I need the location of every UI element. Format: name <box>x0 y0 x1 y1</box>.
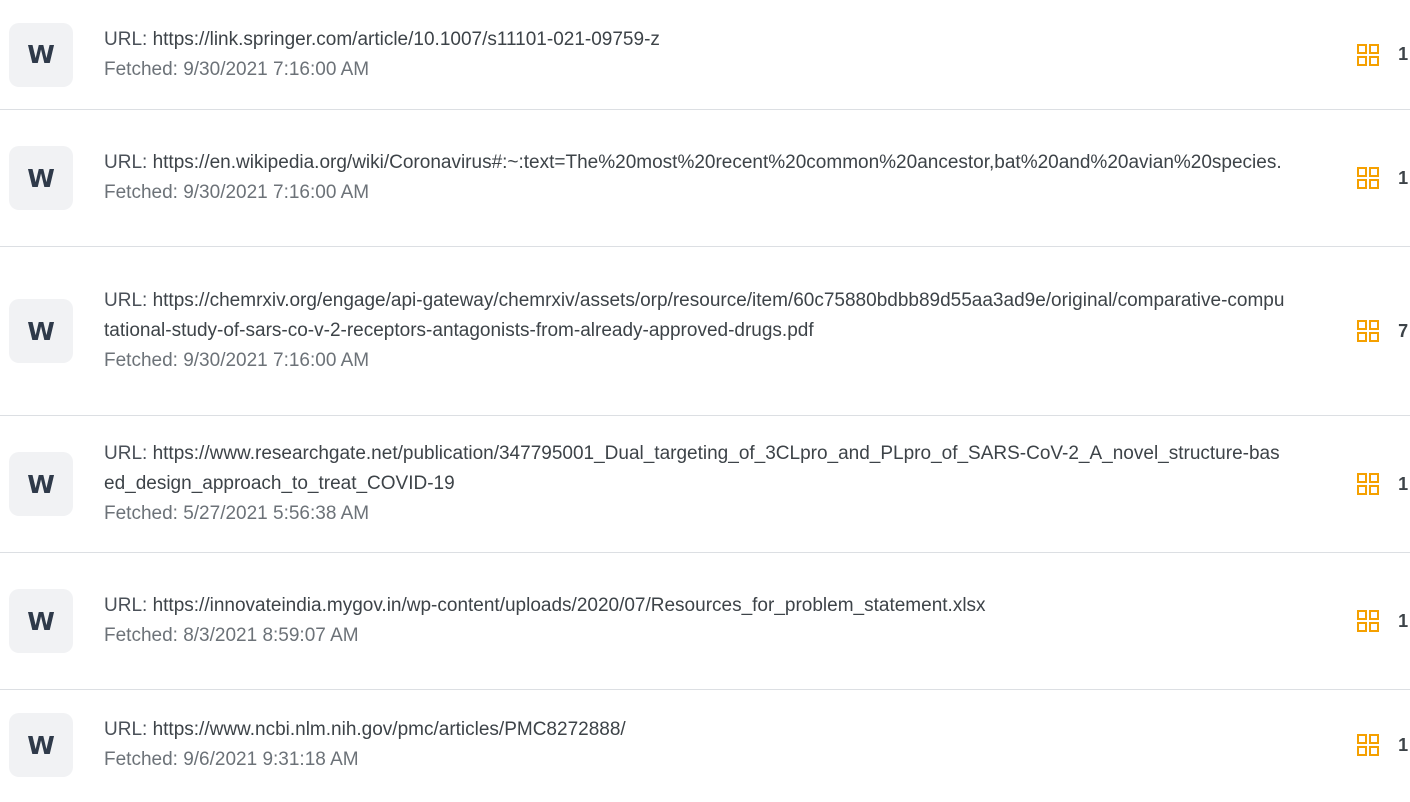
grid-view-icon[interactable] <box>1357 610 1380 632</box>
url-label: URL: <box>104 719 153 740</box>
source-url-line: URL: https://www.ncbi.nlm.nih.gov/pmc/ar… <box>104 715 1285 745</box>
web-source-badge-icon: W <box>9 452 73 516</box>
url-label: URL: <box>104 443 153 464</box>
match-count: 1 <box>1398 734 1409 755</box>
url-label: URL: <box>104 28 153 50</box>
source-row: W URL: https://innovateindia.mygov.in/wp… <box>0 553 1410 690</box>
source-url-line: URL: https://en.wikipedia.org/wiki/Coron… <box>104 148 1285 178</box>
grid-view-icon[interactable] <box>1357 320 1380 342</box>
source-row: W URL: https://link.springer.com/article… <box>0 0 1410 110</box>
url-label: URL: <box>104 595 153 616</box>
grid-view-icon[interactable] <box>1357 473 1380 495</box>
source-info: URL: https://innovateindia.mygov.in/wp-c… <box>104 591 1285 651</box>
web-source-badge-icon: W <box>9 146 73 210</box>
web-source-badge-icon: W <box>9 589 73 653</box>
grid-view-icon[interactable] <box>1357 167 1380 189</box>
match-count: 1 <box>1398 473 1409 494</box>
web-source-badge-icon: W <box>9 299 73 363</box>
match-count: 1 <box>1398 167 1409 188</box>
match-count: 1 <box>1398 44 1409 64</box>
match-count: 7 <box>1398 320 1409 341</box>
source-info: URL: https://chemrxiv.org/engage/api-gat… <box>104 286 1285 376</box>
url-label: URL: <box>104 290 153 311</box>
source-url-line: URL: https://www.researchgate.net/public… <box>104 439 1285 499</box>
source-url-link[interactable]: https://www.ncbi.nlm.nih.gov/pmc/article… <box>153 719 626 740</box>
source-info: URL: https://link.springer.com/article/1… <box>104 25 1285 85</box>
source-url-line: URL: https://link.springer.com/article/1… <box>104 25 1285 55</box>
source-info: URL: https://en.wikipedia.org/wiki/Coron… <box>104 148 1285 208</box>
source-row: W URL: https://en.wikipedia.org/wiki/Cor… <box>0 110 1410 247</box>
fetched-date: Fetched: 5/27/2021 5:56:38 AM <box>104 503 370 524</box>
source-list: W URL: https://link.springer.com/article… <box>0 0 1410 800</box>
source-info: URL: https://www.ncbi.nlm.nih.gov/pmc/ar… <box>104 715 1285 775</box>
fetched-date: Fetched: 9/30/2021 7:16:00 AM <box>104 350 370 371</box>
url-label: URL: <box>104 152 153 173</box>
fetched-date: Fetched: 9/6/2021 9:31:18 AM <box>104 749 359 770</box>
source-url-link[interactable]: https://link.springer.com/article/10.100… <box>153 29 660 50</box>
source-info: URL: https://www.researchgate.net/public… <box>104 439 1285 529</box>
source-row: W URL: https://www.ncbi.nlm.nih.gov/pmc/… <box>0 690 1410 800</box>
fetched-date: Fetched: 9/30/2021 7:16:00 AM <box>104 58 370 80</box>
source-url-link[interactable]: https://innovateindia.mygov.in/wp-conten… <box>153 595 986 616</box>
match-count: 1 <box>1398 610 1409 631</box>
source-url-line: URL: https://chemrxiv.org/engage/api-gat… <box>104 286 1285 346</box>
source-row: W URL: https://www.researchgate.net/publ… <box>0 416 1410 553</box>
source-row: W URL: https://chemrxiv.org/engage/api-g… <box>0 247 1410 416</box>
source-url-link[interactable]: https://en.wikipedia.org/wiki/Coronaviru… <box>153 152 1282 173</box>
fetched-date: Fetched: 8/3/2021 8:59:07 AM <box>104 625 359 646</box>
grid-view-icon[interactable] <box>1357 734 1380 756</box>
web-source-badge-icon: W <box>9 713 73 777</box>
source-url-line: URL: https://innovateindia.mygov.in/wp-c… <box>104 591 1285 621</box>
source-url-link[interactable]: https://chemrxiv.org/engage/api-gateway/… <box>104 290 1284 341</box>
fetched-date: Fetched: 9/30/2021 7:16:00 AM <box>104 182 370 203</box>
grid-view-icon[interactable] <box>1357 43 1380 66</box>
source-url-link[interactable]: https://www.researchgate.net/publication… <box>104 443 1280 494</box>
web-source-badge-icon: W <box>9 22 73 87</box>
